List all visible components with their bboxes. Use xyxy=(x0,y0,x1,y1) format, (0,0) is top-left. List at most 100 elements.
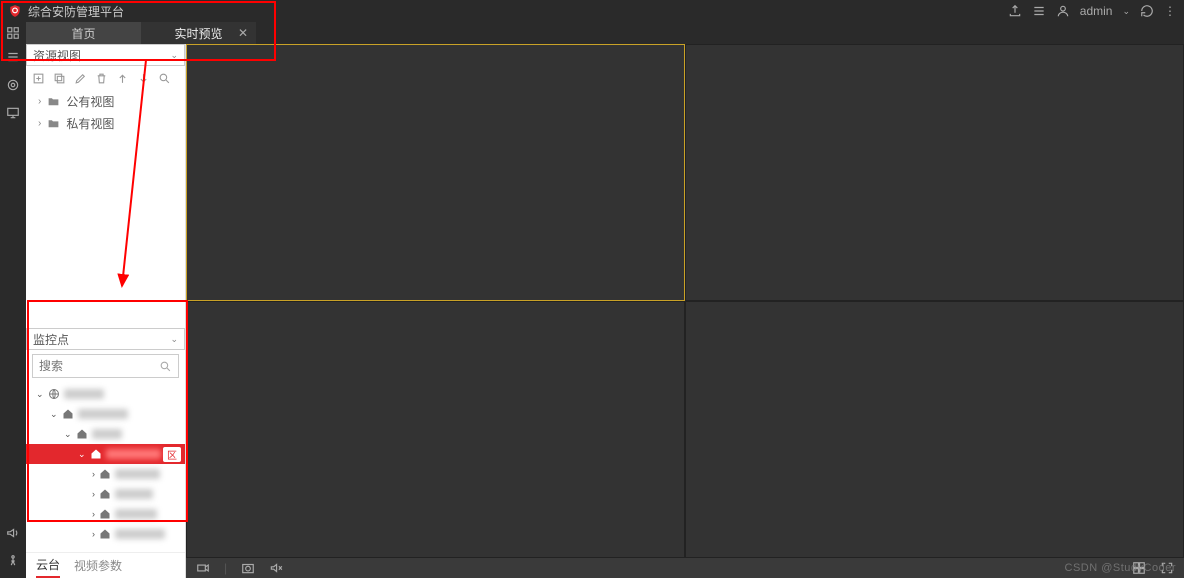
edit-icon[interactable] xyxy=(74,72,87,85)
home-icon xyxy=(99,508,111,520)
chevron-right-icon: › xyxy=(38,96,41,107)
snapshot-icon[interactable] xyxy=(241,561,255,575)
home-icon xyxy=(99,468,111,480)
search-box[interactable] xyxy=(32,354,179,378)
tree-node-1[interactable]: ⌄ xyxy=(26,404,185,424)
left-rail xyxy=(0,44,26,578)
chevron-right-icon: › xyxy=(92,509,95,519)
chevron-right-icon: › xyxy=(92,529,95,539)
home-icon xyxy=(62,408,74,420)
tree-label-redacted xyxy=(78,409,128,419)
chevron-right-icon: › xyxy=(92,489,95,499)
close-icon[interactable]: ✕ xyxy=(238,26,248,40)
refresh-icon[interactable] xyxy=(1140,4,1154,18)
chevron-down-icon[interactable]: ⌄ xyxy=(1122,6,1130,17)
tree-public-view[interactable]: › 公有视图 xyxy=(26,90,185,112)
tree-label-redacted xyxy=(115,509,157,519)
chevron-down-icon: ⌄ xyxy=(170,50,178,61)
tree-private-label: 私有视图 xyxy=(66,115,114,132)
tab-preview-label: 实时预览 xyxy=(174,25,222,42)
main-area: 资源视图 ⌄ › 公有视图 › 私有视图 监控点 ⌄ xyxy=(0,44,1184,578)
list-icon[interactable] xyxy=(1032,4,1046,18)
grid-toolbar: | xyxy=(186,558,1184,578)
monitor-point-label: 监控点 xyxy=(33,331,69,348)
tree-node-2[interactable]: ⌄ xyxy=(26,424,185,444)
chevron-right-icon: › xyxy=(38,118,41,129)
tab-ptz[interactable]: 云台 xyxy=(36,553,60,578)
watermark: CSDN @StudyCoder xyxy=(1065,562,1176,574)
chevron-down-icon: ⌄ xyxy=(78,449,86,460)
tree-node-6[interactable]: › xyxy=(26,524,185,544)
chevron-down-icon: ⌄ xyxy=(50,409,58,420)
title-bar: 综合安防管理平台 admin ⌄ ⋮ xyxy=(0,0,1184,22)
tree-label-redacted xyxy=(92,429,122,439)
shield-icon xyxy=(8,4,22,18)
delete-icon[interactable] xyxy=(95,72,108,85)
tree-label-redacted xyxy=(115,529,165,539)
tree-label-redacted xyxy=(115,469,160,479)
tree-public-label: 公有视图 xyxy=(66,93,114,110)
camera-icon[interactable] xyxy=(196,561,210,575)
search-icon[interactable] xyxy=(158,72,171,85)
resource-view-label: 资源视图 xyxy=(33,47,81,64)
tree-badge: 区 xyxy=(163,447,181,462)
announce-icon[interactable] xyxy=(6,526,20,540)
more-icon[interactable]: ⋮ xyxy=(1164,7,1176,15)
resource-view-combo[interactable]: 资源视图 ⌄ xyxy=(26,44,185,66)
walk-icon[interactable] xyxy=(6,554,20,568)
app-title: 综合安防管理平台 xyxy=(28,3,124,20)
username[interactable]: admin xyxy=(1080,4,1113,18)
tree-label-redacted xyxy=(115,489,153,499)
home-icon xyxy=(90,448,102,460)
target-icon[interactable] xyxy=(6,78,20,92)
tree-node-5[interactable]: › xyxy=(26,504,185,524)
home-icon xyxy=(99,528,111,540)
monitor-point-combo[interactable]: 监控点 ⌄ xyxy=(26,328,185,350)
newwin-icon[interactable] xyxy=(53,72,66,85)
down-icon[interactable] xyxy=(137,72,150,85)
tree-node-4[interactable]: › xyxy=(26,484,185,504)
tree-private-view[interactable]: › 私有视图 xyxy=(26,112,185,134)
tab-bar: 首页 实时预览 ✕ xyxy=(0,22,1184,44)
chevron-down-icon: ⌄ xyxy=(170,334,178,345)
video-cell-1[interactable] xyxy=(186,44,685,301)
tab-video-params[interactable]: 视频参数 xyxy=(74,557,122,574)
monitor-tree: ⌄ ⌄ ⌄ ⌄ 区 › xyxy=(26,382,185,552)
home-icon xyxy=(76,428,88,440)
tree-label-redacted xyxy=(106,449,161,459)
user-icon[interactable] xyxy=(1056,4,1070,18)
video-cell-4[interactable] xyxy=(685,301,1184,558)
upload-icon[interactable] xyxy=(1008,4,1022,18)
search-input[interactable] xyxy=(39,359,139,373)
tree-toolbar xyxy=(26,66,185,90)
tab-video-params-label: 视频参数 xyxy=(74,559,122,573)
tree-label-redacted xyxy=(64,389,104,399)
video-grid: | xyxy=(186,44,1184,578)
divider: | xyxy=(224,561,227,575)
bottom-tabs: 云台 视频参数 xyxy=(26,552,185,578)
folder-icon xyxy=(47,117,60,130)
tab-ptz-label: 云台 xyxy=(36,556,60,573)
tab-home-label: 首页 xyxy=(71,25,95,42)
new-icon[interactable] xyxy=(32,72,45,85)
side-panel: 资源视图 ⌄ › 公有视图 › 私有视图 监控点 ⌄ xyxy=(26,44,186,578)
menu-icon[interactable] xyxy=(6,50,20,64)
tab-preview[interactable]: 实时预览 ✕ xyxy=(141,22,256,44)
video-cell-3[interactable] xyxy=(186,301,685,558)
video-cell-2[interactable] xyxy=(685,44,1184,301)
globe-icon xyxy=(48,388,60,400)
home-icon xyxy=(99,488,111,500)
tab-home[interactable]: 首页 xyxy=(26,22,141,44)
folder-icon xyxy=(47,95,60,108)
apps-icon[interactable] xyxy=(0,22,26,44)
tree-node-3[interactable]: › xyxy=(26,464,185,484)
tree-node-selected[interactable]: ⌄ 区 xyxy=(26,444,185,464)
chevron-down-icon: ⌄ xyxy=(36,389,44,400)
search-icon[interactable] xyxy=(159,360,172,373)
monitor-icon[interactable] xyxy=(6,106,20,120)
chevron-down-icon: ⌄ xyxy=(64,429,72,440)
chevron-right-icon: › xyxy=(92,469,95,479)
up-icon[interactable] xyxy=(116,72,129,85)
mute-icon[interactable] xyxy=(269,561,283,575)
tree-root[interactable]: ⌄ xyxy=(26,384,185,404)
